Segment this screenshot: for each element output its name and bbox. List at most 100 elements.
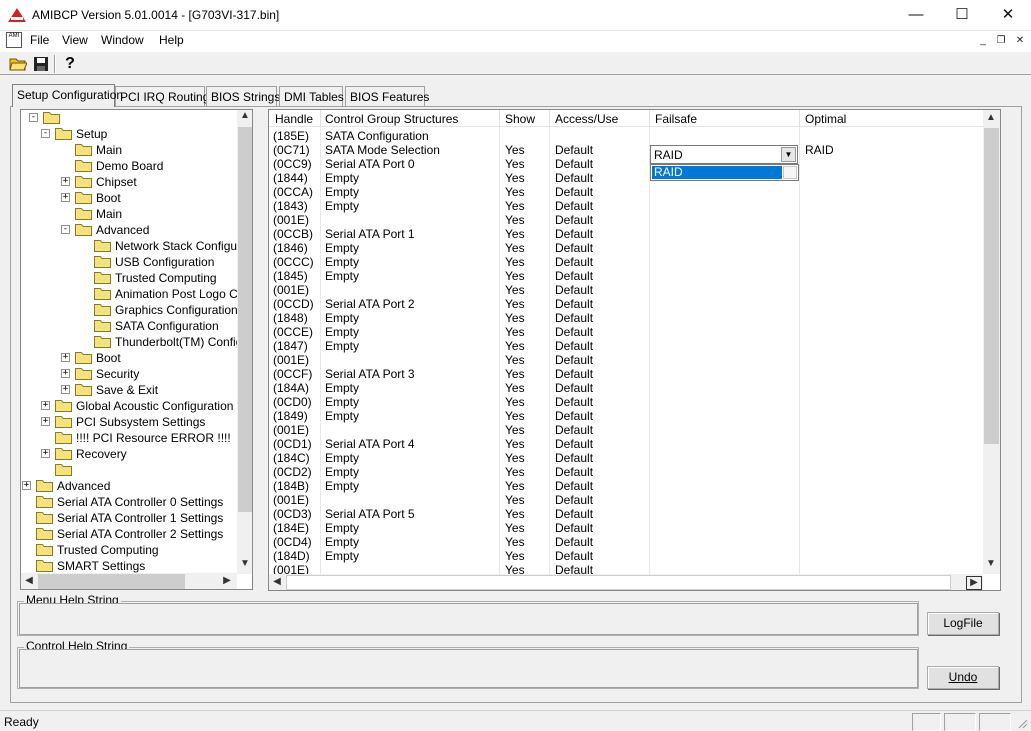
failsafe-combobox[interactable]: RAID ▼ [650,145,798,164]
grid-hscroll-thumb[interactable] [286,575,951,590]
mdi-minimize-button[interactable]: _ [976,34,990,48]
control-help-group: Control Help String [17,639,919,689]
collapse-icon[interactable]: - [29,113,38,122]
scroll-left-icon[interactable]: ◀ [21,575,37,586]
menu-file[interactable]: File [30,33,49,47]
grid-row[interactable]: (0CD0) Empty Yes Default [269,395,983,409]
dropdown-option-raid[interactable]: RAID [652,166,782,179]
control-grid[interactable]: Handle Control Group Structures Show Acc… [268,109,1001,591]
column-header-optimal[interactable]: Optimal [805,112,846,126]
folder-icon [94,256,111,268]
grid-row[interactable]: (0CCE) Empty Yes Default [269,325,983,339]
logfile-button[interactable]: LogFile [927,612,999,635]
grid-row[interactable]: (185E) SATA Configuration [269,129,983,143]
grid-scroll-down-icon[interactable]: ▼ [983,558,999,569]
grid-row[interactable]: (0CD3) Serial ATA Port 5 Yes Default [269,507,983,521]
grid-row[interactable]: (0CCC) Empty Yes Default [269,255,983,269]
scroll-down-icon[interactable]: ▼ [237,558,252,569]
column-header-control-group[interactable]: Control Group Structures [325,112,458,126]
grid-row[interactable]: (184E) Empty Yes Default [269,521,983,535]
grid-row[interactable]: (1847) Empty Yes Default [269,339,983,353]
grid-row[interactable]: (0CD4) Empty Yes Default [269,535,983,549]
collapse-icon[interactable]: - [61,225,70,234]
open-folder-icon[interactable] [9,55,27,73]
grid-row[interactable]: (0C71) SATA Mode Selection Yes Default RAID [269,143,983,157]
combo-dropdown-icon[interactable]: ▼ [781,147,796,162]
grid-row[interactable]: (0CCF) Serial ATA Port 3 Yes Default [269,367,983,381]
expand-icon[interactable]: + [61,369,70,378]
expand-icon[interactable]: + [61,193,70,202]
tab-dmi-tables[interactable]: DMI Tables [279,86,344,106]
undo-button[interactable]: Undo [927,666,999,689]
help-icon[interactable]: ? [61,55,79,73]
grid-horizontal-scrollbar[interactable]: ◀ ▶ [269,574,983,590]
menu-help[interactable]: Help [159,33,184,47]
grid-row[interactable]: (1849) Empty Yes Default [269,409,983,423]
maximize-button[interactable]: ☐ [939,0,985,30]
tab-setup-configuration[interactable]: Setup Configuration [12,84,123,107]
scroll-right-icon[interactable]: ▶ [219,575,235,586]
grid-row[interactable]: (001E) Yes Default [269,213,983,227]
mdi-restore-button[interactable]: ❐ [994,34,1008,48]
column-header-show[interactable]: Show [505,112,535,126]
grid-row[interactable]: (0CCD) Serial ATA Port 2 Yes Default [269,297,983,311]
mdi-close-button[interactable]: ✕ [1013,34,1027,48]
collapse-icon[interactable]: - [41,129,50,138]
cell-access-use: Default [555,521,594,535]
grid-scroll-thumb[interactable] [984,128,999,444]
menu-view[interactable]: View [62,33,88,47]
grid-scroll-right-icon[interactable]: ▶ [966,576,982,590]
column-header-access-use[interactable]: Access/Use [555,112,618,126]
grid-row[interactable]: (1843) Empty Yes Default [269,199,983,213]
save-icon[interactable] [32,55,50,73]
grid-row[interactable]: (001E) Yes Default [269,283,983,297]
grid-vertical-scrollbar[interactable]: ▲ ▼ [983,110,1000,574]
column-header-handle[interactable]: Handle [275,112,313,126]
expand-icon[interactable]: + [41,417,50,426]
close-button[interactable]: ✕ [985,0,1031,30]
grid-row[interactable]: (0CD2) Empty Yes Default [269,465,983,479]
tab-bios-strings[interactable]: BIOS Strings [206,86,280,106]
grid-row[interactable]: (1846) Empty Yes Default [269,241,983,255]
cell-access-use: Default [555,465,594,479]
expand-icon[interactable]: + [41,401,50,410]
resize-grip-icon[interactable] [1016,717,1028,729]
tab-pci-irq-routing[interactable]: PCI IRQ Routing [115,86,209,106]
grid-row[interactable]: (184D) Empty Yes Default [269,549,983,563]
folder-icon [94,304,111,316]
mdi-document-icon[interactable]: AMI [6,32,22,48]
tree-item-label: Demo Board [96,159,164,173]
grid-row[interactable]: (1844) Empty Yes Default [269,171,983,185]
grid-row[interactable]: (001E) Yes Default [269,353,983,367]
tree-scroll-thumb[interactable] [238,127,252,512]
grid-scroll-left-icon[interactable]: ◀ [269,576,285,587]
expand-icon[interactable]: + [22,481,31,490]
minimize-button[interactable]: — [893,0,939,30]
expand-icon[interactable]: + [41,449,50,458]
grid-scroll-up-icon[interactable]: ▲ [983,112,999,123]
tree-vertical-scrollbar[interactable]: ▲ ▼ [237,110,252,574]
expand-icon[interactable]: + [61,353,70,362]
menu-window[interactable]: Window [101,33,144,47]
scroll-up-icon[interactable]: ▲ [237,110,252,121]
grid-row[interactable]: (0CCA) Empty Yes Default [269,185,983,199]
grid-row[interactable]: (001E) Yes Default [269,493,983,507]
column-header-failsafe[interactable]: Failsafe [655,112,697,126]
expand-icon[interactable]: + [61,177,70,186]
grid-row[interactable]: (1848) Empty Yes Default [269,311,983,325]
expand-icon[interactable]: + [61,385,70,394]
tree-horizontal-scrollbar[interactable]: ◀ ▶ [21,573,237,589]
grid-row[interactable]: (0CD1) Serial ATA Port 4 Yes Default [269,437,983,451]
grid-row[interactable]: (1845) Empty Yes Default [269,269,983,283]
grid-row[interactable]: (0CCB) Serial ATA Port 1 Yes Default [269,227,983,241]
setup-tree[interactable]: - - Setup Main Demo Board + Chipset + Boot Main - A… [20,109,253,590]
grid-row[interactable]: (001E) Yes Default [269,423,983,437]
grid-row[interactable]: (184B) Empty Yes Default [269,479,983,493]
cell-handle: (0CCA) [273,185,314,199]
tab-bios-features[interactable]: BIOS Features [345,86,429,106]
grid-row[interactable]: (184C) Empty Yes Default [269,451,983,465]
grid-row[interactable]: (184A) Empty Yes Default [269,381,983,395]
cell-access-use: Default [555,409,594,423]
tree-hscroll-thumb[interactable] [38,574,185,589]
grid-row[interactable]: (0CC9) Serial ATA Port 0 Yes Default [269,157,983,171]
